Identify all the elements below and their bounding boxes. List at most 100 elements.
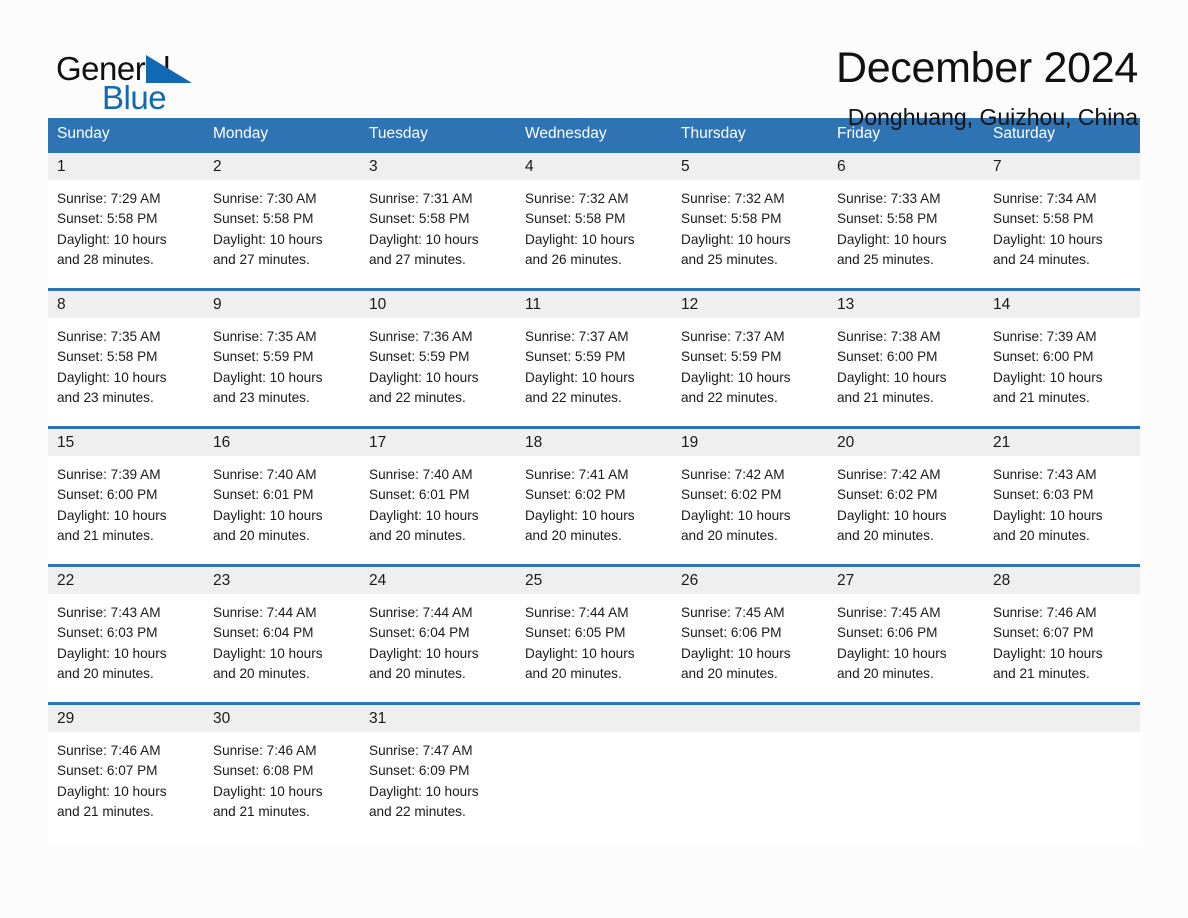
day-number[interactable]: 19 bbox=[672, 429, 828, 456]
weekday-header-sunday: Sunday bbox=[57, 125, 110, 142]
day-cell[interactable]: Sunrise: 7:32 AM Sunset: 5:58 PM Dayligh… bbox=[672, 180, 828, 288]
day-cell[interactable]: Sunrise: 7:37 AM Sunset: 5:59 PM Dayligh… bbox=[672, 318, 828, 426]
sunset-text: Sunset: 5:58 PM bbox=[369, 211, 470, 227]
daylight-text-line1: Daylight: 10 hours bbox=[213, 783, 323, 799]
day-number[interactable]: 8 bbox=[48, 291, 204, 318]
sunrise-text: Sunrise: 7:44 AM bbox=[369, 605, 473, 620]
day-cell[interactable]: Sunrise: 7:42 AM Sunset: 6:02 PM Dayligh… bbox=[828, 456, 984, 564]
week-detail-row: Sunrise: 7:39 AM Sunset: 6:00 PM Dayligh… bbox=[48, 456, 1140, 564]
daylight-text-line1: Daylight: 10 hours bbox=[57, 645, 167, 661]
sunset-text: Sunset: 6:04 PM bbox=[369, 625, 470, 641]
day-number[interactable]: 7 bbox=[984, 153, 1140, 180]
daylight-text-line2: and 21 minutes. bbox=[993, 389, 1090, 405]
day-number[interactable]: 5 bbox=[672, 153, 828, 180]
day-number[interactable]: 26 bbox=[672, 567, 828, 594]
sunrise-text: Sunrise: 7:29 AM bbox=[57, 191, 161, 206]
daylight-text-line1: Daylight: 10 hours bbox=[369, 783, 479, 799]
day-number[interactable]: 22 bbox=[48, 567, 204, 594]
day-number[interactable]: 31 bbox=[360, 705, 516, 732]
daylight-text-line2: and 22 minutes. bbox=[369, 803, 466, 819]
week-date-band: 29 30 31 bbox=[48, 705, 1140, 732]
day-cell[interactable]: Sunrise: 7:46 AM Sunset: 6:07 PM Dayligh… bbox=[48, 732, 204, 844]
day-number[interactable]: 27 bbox=[828, 567, 984, 594]
day-cell[interactable]: Sunrise: 7:36 AM Sunset: 5:59 PM Dayligh… bbox=[360, 318, 516, 426]
day-number[interactable]: 28 bbox=[984, 567, 1140, 594]
day-number[interactable]: 4 bbox=[516, 153, 672, 180]
day-number[interactable]: 1 bbox=[48, 153, 204, 180]
sunset-text: Sunset: 5:58 PM bbox=[837, 211, 938, 227]
generalblue-logo[interactable]: General Blue bbox=[48, 46, 208, 118]
sunrise-text: Sunrise: 7:35 AM bbox=[213, 329, 317, 344]
week-date-band: 22 23 24 25 26 27 28 bbox=[48, 567, 1140, 594]
day-cell[interactable]: Sunrise: 7:46 AM Sunset: 6:08 PM Dayligh… bbox=[204, 732, 360, 844]
day-cell[interactable]: Sunrise: 7:44 AM Sunset: 6:04 PM Dayligh… bbox=[360, 594, 516, 702]
day-number-empty bbox=[984, 705, 1140, 732]
day-cell[interactable]: Sunrise: 7:40 AM Sunset: 6:01 PM Dayligh… bbox=[360, 456, 516, 564]
day-number[interactable]: 9 bbox=[204, 291, 360, 318]
day-cell[interactable]: Sunrise: 7:44 AM Sunset: 6:05 PM Dayligh… bbox=[516, 594, 672, 702]
day-number[interactable]: 12 bbox=[672, 291, 828, 318]
sunset-text: Sunset: 6:08 PM bbox=[213, 763, 314, 779]
daylight-text-line1: Daylight: 10 hours bbox=[681, 231, 791, 247]
day-number[interactable]: 17 bbox=[360, 429, 516, 456]
day-number[interactable]: 21 bbox=[984, 429, 1140, 456]
sunrise-text: Sunrise: 7:41 AM bbox=[525, 467, 629, 482]
day-cell[interactable]: Sunrise: 7:35 AM Sunset: 5:58 PM Dayligh… bbox=[48, 318, 204, 426]
week-detail-row: Sunrise: 7:46 AM Sunset: 6:07 PM Dayligh… bbox=[48, 732, 1140, 844]
day-cell[interactable]: Sunrise: 7:34 AM Sunset: 5:58 PM Dayligh… bbox=[984, 180, 1140, 288]
day-cell[interactable]: Sunrise: 7:44 AM Sunset: 6:04 PM Dayligh… bbox=[204, 594, 360, 702]
day-cell[interactable]: Sunrise: 7:39 AM Sunset: 6:00 PM Dayligh… bbox=[48, 456, 204, 564]
daylight-text-line1: Daylight: 10 hours bbox=[993, 645, 1103, 661]
day-cell[interactable]: Sunrise: 7:46 AM Sunset: 6:07 PM Dayligh… bbox=[984, 594, 1140, 702]
day-number[interactable]: 29 bbox=[48, 705, 204, 732]
daylight-text-line2: and 20 minutes. bbox=[681, 665, 778, 681]
day-cell[interactable]: Sunrise: 7:45 AM Sunset: 6:06 PM Dayligh… bbox=[672, 594, 828, 702]
day-cell[interactable]: Sunrise: 7:45 AM Sunset: 6:06 PM Dayligh… bbox=[828, 594, 984, 702]
week-detail-row: Sunrise: 7:43 AM Sunset: 6:03 PM Dayligh… bbox=[48, 594, 1140, 702]
day-cell[interactable]: Sunrise: 7:38 AM Sunset: 6:00 PM Dayligh… bbox=[828, 318, 984, 426]
weekday-header-thursday: Thursday bbox=[681, 125, 746, 142]
day-number[interactable]: 23 bbox=[204, 567, 360, 594]
day-cell[interactable]: Sunrise: 7:40 AM Sunset: 6:01 PM Dayligh… bbox=[204, 456, 360, 564]
day-number[interactable]: 2 bbox=[204, 153, 360, 180]
sunrise-text: Sunrise: 7:36 AM bbox=[369, 329, 473, 344]
sunrise-text: Sunrise: 7:45 AM bbox=[837, 605, 941, 620]
day-cell[interactable]: Sunrise: 7:37 AM Sunset: 5:59 PM Dayligh… bbox=[516, 318, 672, 426]
daylight-text-line2: and 20 minutes. bbox=[681, 527, 778, 543]
day-number[interactable]: 13 bbox=[828, 291, 984, 318]
daylight-text-line2: and 28 minutes. bbox=[57, 251, 154, 267]
daylight-text-line1: Daylight: 10 hours bbox=[213, 507, 323, 523]
day-cell[interactable]: Sunrise: 7:31 AM Sunset: 5:58 PM Dayligh… bbox=[360, 180, 516, 288]
day-cell[interactable]: Sunrise: 7:43 AM Sunset: 6:03 PM Dayligh… bbox=[984, 456, 1140, 564]
day-cell[interactable]: Sunrise: 7:32 AM Sunset: 5:58 PM Dayligh… bbox=[516, 180, 672, 288]
day-cell[interactable]: Sunrise: 7:35 AM Sunset: 5:59 PM Dayligh… bbox=[204, 318, 360, 426]
day-cell[interactable]: Sunrise: 7:33 AM Sunset: 5:58 PM Dayligh… bbox=[828, 180, 984, 288]
day-number[interactable]: 20 bbox=[828, 429, 984, 456]
day-number[interactable]: 15 bbox=[48, 429, 204, 456]
day-cell[interactable]: Sunrise: 7:47 AM Sunset: 6:09 PM Dayligh… bbox=[360, 732, 516, 844]
day-number-empty bbox=[516, 705, 672, 732]
day-cell-empty bbox=[828, 732, 984, 844]
day-number[interactable]: 30 bbox=[204, 705, 360, 732]
sunrise-text: Sunrise: 7:39 AM bbox=[993, 329, 1097, 344]
day-number[interactable]: 25 bbox=[516, 567, 672, 594]
day-number[interactable]: 10 bbox=[360, 291, 516, 318]
day-number[interactable]: 24 bbox=[360, 567, 516, 594]
day-cell[interactable]: Sunrise: 7:39 AM Sunset: 6:00 PM Dayligh… bbox=[984, 318, 1140, 426]
day-number[interactable]: 3 bbox=[360, 153, 516, 180]
sunset-text: Sunset: 5:58 PM bbox=[525, 211, 626, 227]
daylight-text-line2: and 21 minutes. bbox=[993, 665, 1090, 681]
day-number[interactable]: 14 bbox=[984, 291, 1140, 318]
daylight-text-line2: and 20 minutes. bbox=[57, 665, 154, 681]
day-number[interactable]: 11 bbox=[516, 291, 672, 318]
sunrise-text: Sunrise: 7:40 AM bbox=[369, 467, 473, 482]
day-cell[interactable]: Sunrise: 7:29 AM Sunset: 5:58 PM Dayligh… bbox=[48, 180, 204, 288]
day-number[interactable]: 18 bbox=[516, 429, 672, 456]
day-cell[interactable]: Sunrise: 7:41 AM Sunset: 6:02 PM Dayligh… bbox=[516, 456, 672, 564]
day-number[interactable]: 16 bbox=[204, 429, 360, 456]
day-cell[interactable]: Sunrise: 7:43 AM Sunset: 6:03 PM Dayligh… bbox=[48, 594, 204, 702]
day-cell[interactable]: Sunrise: 7:30 AM Sunset: 5:58 PM Dayligh… bbox=[204, 180, 360, 288]
day-cell[interactable]: Sunrise: 7:42 AM Sunset: 6:02 PM Dayligh… bbox=[672, 456, 828, 564]
daylight-text-line2: and 24 minutes. bbox=[993, 251, 1090, 267]
day-number[interactable]: 6 bbox=[828, 153, 984, 180]
